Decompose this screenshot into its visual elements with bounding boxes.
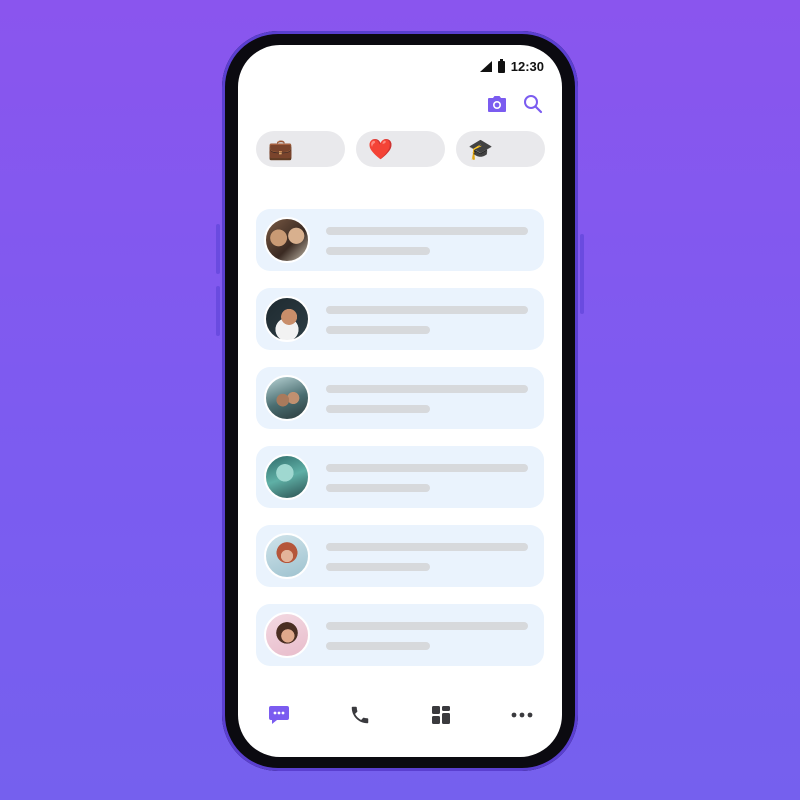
signal-icon	[479, 61, 492, 72]
grid-icon	[431, 706, 450, 724]
nav-explore[interactable]	[421, 695, 461, 735]
placeholder-subtitle	[326, 247, 430, 255]
camera-icon[interactable]	[486, 93, 508, 115]
phone-screen: 12:30 💼 ❤️ 🎓	[238, 45, 562, 757]
chip-work[interactable]: 💼	[256, 131, 345, 167]
placeholder-subtitle	[326, 484, 430, 492]
placeholder-subtitle	[326, 326, 430, 334]
avatar	[264, 454, 310, 500]
briefcase-icon: 💼	[268, 138, 293, 161]
list-item[interactable]	[256, 525, 544, 587]
placeholder-subtitle	[326, 405, 430, 413]
status-time: 12:30	[510, 59, 544, 74]
placeholder-title	[326, 464, 528, 472]
list-item[interactable]	[256, 209, 544, 271]
placeholder-subtitle	[326, 563, 430, 571]
placeholder-title	[326, 227, 528, 235]
chip-favorites[interactable]: ❤️	[356, 131, 445, 167]
list-item[interactable]	[256, 367, 544, 429]
placeholder-title	[326, 385, 528, 393]
list-item[interactable]	[256, 446, 544, 508]
list-item[interactable]	[256, 288, 544, 350]
status-bar: 12:30	[479, 58, 544, 74]
chat-icon	[268, 706, 289, 724]
avatar	[264, 375, 310, 421]
more-icon	[511, 712, 532, 718]
volume-down-button	[216, 286, 220, 336]
phone-icon	[351, 706, 368, 724]
top-toolbar	[486, 93, 544, 115]
chip-education[interactable]: 🎓	[456, 131, 545, 167]
nav-more[interactable]	[502, 695, 542, 735]
graduation-cap-icon: 🎓	[468, 138, 493, 161]
nav-calls[interactable]	[340, 695, 380, 735]
conversation-list	[256, 209, 544, 683]
placeholder-title	[326, 622, 528, 630]
placeholder-title	[326, 543, 528, 551]
heart-icon: ❤️	[368, 138, 393, 161]
avatar	[264, 217, 310, 263]
avatar	[264, 296, 310, 342]
bottom-nav	[238, 695, 562, 735]
search-icon[interactable]	[522, 93, 544, 115]
power-button	[580, 234, 584, 314]
placeholder-subtitle	[326, 642, 430, 650]
list-item[interactable]	[256, 604, 544, 666]
nav-chats[interactable]	[259, 695, 299, 735]
battery-icon	[497, 58, 505, 73]
avatar	[264, 612, 310, 658]
avatar	[264, 533, 310, 579]
volume-up-button	[216, 224, 220, 274]
placeholder-title	[326, 306, 528, 314]
folder-chips: 💼 ❤️ 🎓	[256, 131, 545, 167]
